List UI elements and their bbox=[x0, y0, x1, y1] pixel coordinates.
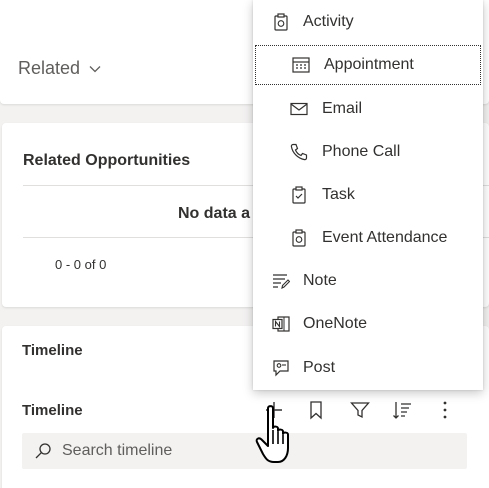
sort-button[interactable] bbox=[390, 398, 414, 422]
menu-item-event-attendance[interactable]: Event Attendance bbox=[253, 218, 483, 258]
menu-item-label: Email bbox=[322, 100, 363, 117]
hand-cursor-icon bbox=[255, 405, 289, 463]
menu-item-label: Note bbox=[303, 272, 337, 289]
chevron-down-icon bbox=[89, 65, 101, 72]
task-icon bbox=[290, 186, 308, 204]
menu-item-label: Post bbox=[303, 359, 336, 376]
calendar-icon bbox=[292, 56, 310, 74]
menu-item-label: Phone Call bbox=[322, 143, 401, 160]
phone-icon bbox=[290, 143, 308, 161]
paging-info: 0 - 0 of 0 bbox=[55, 257, 107, 272]
note-icon bbox=[272, 272, 290, 290]
menu-item-onenote[interactable]: OneNote bbox=[253, 304, 483, 344]
filter-icon bbox=[350, 402, 370, 419]
bookmark-icon bbox=[310, 401, 322, 420]
menu-item-activity[interactable]: Activity bbox=[253, 2, 483, 42]
timeline-title: Timeline bbox=[22, 402, 83, 419]
menu-item-appointment[interactable]: Appointment bbox=[255, 45, 481, 85]
related-label: Related bbox=[18, 58, 81, 78]
menu-item-phone-call[interactable]: Phone Call bbox=[253, 132, 483, 172]
onenote-icon bbox=[272, 315, 290, 333]
search-timeline-input[interactable]: Search timeline bbox=[22, 433, 467, 469]
menu-item-label: Appointment bbox=[324, 56, 414, 73]
filter-button[interactable] bbox=[348, 398, 372, 422]
menu-item-email[interactable]: Email bbox=[253, 89, 483, 129]
activity-icon bbox=[272, 13, 290, 31]
menu-item-label: Task bbox=[322, 186, 355, 203]
bookmark-button[interactable] bbox=[304, 398, 328, 422]
event-icon bbox=[290, 229, 308, 247]
menu-item-note[interactable]: Note bbox=[253, 261, 483, 301]
related-opportunities-title: Related Opportunities bbox=[23, 152, 191, 169]
search-icon bbox=[35, 443, 51, 459]
menu-item-post[interactable]: Post bbox=[253, 348, 483, 388]
menu-item-label: OneNote bbox=[303, 315, 368, 332]
search-placeholder: Search timeline bbox=[62, 442, 173, 459]
sort-icon bbox=[393, 402, 411, 419]
timeline-section-title: Timeline bbox=[22, 342, 83, 359]
post-icon bbox=[272, 359, 290, 377]
add-activity-menu: Activity Appointment Email Phone Call Ta… bbox=[253, 0, 483, 390]
no-data-message: No data a bbox=[178, 205, 251, 222]
related-tab[interactable]: Related bbox=[18, 58, 102, 79]
mail-icon bbox=[290, 100, 308, 118]
more-options-button[interactable] bbox=[433, 398, 457, 422]
menu-item-label: Event Attendance bbox=[322, 229, 448, 246]
more-icon bbox=[443, 401, 447, 419]
menu-item-label: Activity bbox=[303, 13, 354, 30]
menu-item-task[interactable]: Task bbox=[253, 175, 483, 215]
